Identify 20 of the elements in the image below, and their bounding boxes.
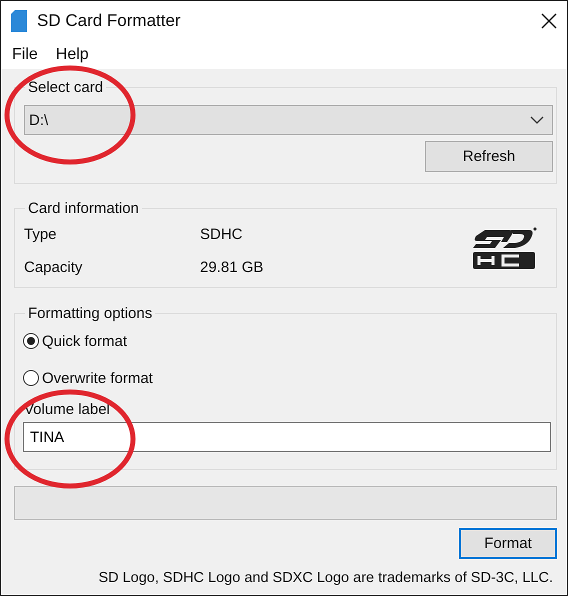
sdhc-logo-icon (471, 226, 539, 270)
info-label: Capacity (24, 259, 84, 276)
group-title: Formatting options (25, 305, 156, 322)
menu-item[interactable]: File (5, 44, 45, 66)
format-button[interactable]: Format (459, 528, 557, 559)
window-title: SD Card Formatter (37, 11, 182, 31)
info-value: SDHC (200, 226, 244, 243)
volume-label-field[interactable]: TINA (23, 422, 551, 452)
trademark-note: SD Logo, SDHC Logo and SDXC Logo are trademarks of SD-3C, LLC. (98, 570, 553, 586)
menu-item[interactable]: Help (48, 44, 96, 66)
info-label: Type (24, 226, 58, 243)
card-dropdown[interactable]: D:\ (24, 105, 553, 135)
refresh-button[interactable]: Refresh (425, 141, 553, 172)
chevron-down-icon (530, 116, 544, 124)
info-value: 29.81 GB (200, 259, 264, 276)
format-radio[interactable]: Quick format (23, 331, 553, 351)
sd-card-icon (11, 10, 27, 32)
close-icon[interactable] (541, 13, 557, 29)
format-radio[interactable]: Overwrite format (23, 368, 553, 388)
field-label: Volume label (24, 401, 111, 418)
